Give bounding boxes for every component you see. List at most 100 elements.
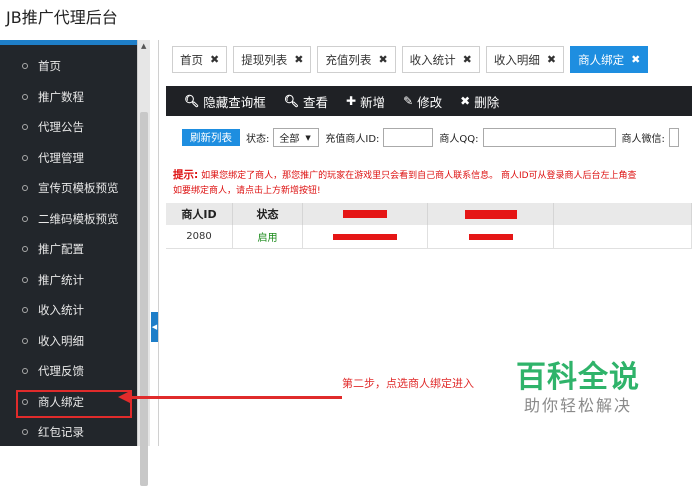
column-header-redacted[interactable]	[303, 203, 428, 225]
close-icon[interactable]: ✖	[294, 53, 303, 66]
sidebar-item-label: 推广统计	[38, 272, 84, 287]
arrow-left-icon	[118, 390, 132, 404]
sidebar-item-income-detail[interactable]: 收入明细	[0, 326, 137, 357]
annotation-arrow	[130, 396, 342, 399]
merchant-table: 商人ID 状态 2080 启用	[166, 203, 692, 249]
sidebar-item-qrcode-template[interactable]: 二维码模板预览	[0, 204, 137, 235]
cell-merchant-id: 2080	[166, 225, 233, 249]
button-label: 修改	[417, 94, 443, 110]
circle-icon	[22, 307, 28, 314]
sidebar-menu: 首页 推广数程 代理公告 代理管理 宣传页模板预览 二维码模板预览 推广配置 推…	[0, 51, 137, 448]
merchant-id-input[interactable]	[383, 128, 434, 147]
sidebar-item-label: 收入统计	[38, 303, 84, 318]
sidebar-item-label: 红包记录	[38, 425, 84, 440]
tab-bar: 首页 ✖ 提现列表 ✖ 充值列表 ✖ 收入统计 ✖ 收入明细 ✖ 商人绑定 ✖	[172, 46, 649, 73]
edit-button[interactable]: ✎ 修改	[403, 92, 442, 111]
circle-icon	[22, 398, 28, 405]
sidebar-item-label: 收入明细	[38, 333, 84, 348]
search-icon: 🔍︎	[283, 94, 299, 108]
cell-status: 启用	[233, 225, 303, 249]
circle-icon	[22, 368, 28, 375]
sidebar-item-label: 代理管理	[38, 150, 84, 165]
sidebar-item-home[interactable]: 首页	[0, 51, 137, 82]
sidebar-item-label: 代理反馈	[38, 364, 84, 379]
add-button[interactable]: ✚ 新增	[346, 92, 385, 111]
column-header-empty	[554, 203, 692, 225]
search-icon: 🔍︎	[184, 94, 200, 108]
merchant-qq-label: 商人QQ:	[439, 134, 479, 145]
sidebar-item-label: 二维码模板预览	[38, 211, 119, 226]
sidebar-item-merchant-binding[interactable]: 商人绑定	[0, 387, 137, 417]
watermark-subtitle: 助你轻松解决	[524, 396, 633, 415]
tab-label: 提现列表	[241, 52, 288, 67]
column-header-redacted[interactable]	[428, 203, 554, 225]
close-icon[interactable]: ✖	[631, 53, 640, 66]
sidebar-item-label: 推广配置	[38, 242, 84, 257]
tab-income-detail[interactable]: 收入明细 ✖	[485, 46, 565, 73]
close-icon[interactable]: ✖	[210, 53, 219, 66]
tab-label: 充值列表	[325, 52, 372, 67]
redaction-mark	[468, 233, 513, 240]
tab-label: 收入统计	[409, 52, 456, 67]
scrollbar-thumb[interactable]	[140, 112, 148, 486]
redaction-mark	[464, 209, 517, 219]
button-label: 新增	[360, 94, 386, 110]
circle-icon	[22, 93, 28, 100]
sidebar-item-label: 首页	[38, 59, 61, 74]
status-select-value: 全部	[279, 134, 300, 145]
sidebar-item-label: 代理公告	[38, 120, 84, 135]
tab-home[interactable]: 首页 ✖	[172, 46, 228, 73]
tab-label: 首页	[180, 52, 203, 67]
tab-merchant-binding[interactable]: 商人绑定 ✖	[570, 46, 649, 73]
sidebar-item-promo-config[interactable]: 推广配置	[0, 234, 137, 265]
chevron-left-icon: ◀	[151, 323, 158, 331]
column-header-status[interactable]: 状态	[233, 203, 303, 225]
tab-recharge-list[interactable]: 充值列表 ✖	[317, 46, 396, 73]
scroll-up-icon[interactable]: ▲	[141, 42, 146, 50]
sidebar-item-promo-stats[interactable]: 推广统计	[0, 265, 137, 296]
filter-bar: 刷新列表 状态: 全部 ▼ 充值商人ID: 商人QQ: 商人微信:	[182, 128, 679, 147]
status-select[interactable]: 全部 ▼	[273, 128, 320, 147]
view-button[interactable]: 🔍︎ 查看	[284, 92, 328, 111]
sidebar-item-red-packet-records[interactable]: 红包记录	[0, 417, 137, 448]
sidebar-item-income-stats[interactable]: 收入统计	[0, 295, 137, 326]
merchant-id-label: 充值商人ID:	[325, 134, 380, 145]
circle-icon	[22, 124, 28, 131]
table-header: 商人ID 状态	[166, 203, 692, 225]
table-row[interactable]: 2080 启用	[166, 225, 692, 249]
tab-income-stats[interactable]: 收入统计 ✖	[401, 46, 480, 73]
refresh-list-button[interactable]: 刷新列表	[182, 129, 240, 146]
notice-line-2: 如要绑定商人，请点击上方新增按钮!	[173, 186, 321, 196]
circle-icon	[22, 185, 28, 192]
status-label: 状态:	[246, 134, 270, 145]
chevron-down-icon: ▼	[305, 133, 311, 142]
sidebar-scrollbar[interactable]: ▲	[137, 40, 150, 486]
hide-search-button[interactable]: 🔍︎ 隐藏查询框	[184, 92, 266, 111]
sidebar-collapse-handle[interactable]: ◀	[151, 312, 158, 342]
close-icon[interactable]: ✖	[463, 53, 472, 66]
step-annotation: 第二步，点选商人绑定进入	[342, 377, 474, 390]
button-label: 隐藏查询框	[203, 94, 266, 110]
content-divider	[158, 40, 159, 446]
close-icon[interactable]: ✖	[378, 53, 387, 66]
sidebar-item-promo-tutorial[interactable]: 推广数程	[0, 82, 137, 113]
sidebar-item-promo-page-template[interactable]: 宣传页模板预览	[0, 173, 137, 204]
sidebar-item-agent-notice[interactable]: 代理公告	[0, 112, 137, 143]
app-title: JB推广代理后台	[6, 8, 118, 27]
sidebar-item-agent-management[interactable]: 代理管理	[0, 143, 137, 174]
tab-withdraw-list[interactable]: 提现列表 ✖	[233, 46, 312, 73]
watermark-title: 百科全说	[516, 360, 640, 395]
circle-icon	[22, 246, 28, 253]
delete-button[interactable]: ✖ 删除	[460, 92, 499, 111]
merchant-wechat-input[interactable]	[668, 128, 679, 147]
merchant-qq-input[interactable]	[482, 128, 616, 147]
redaction-mark	[333, 233, 397, 240]
tab-label: 商人绑定	[578, 52, 625, 67]
column-header-merchant-id[interactable]: 商人ID	[166, 203, 233, 225]
notice-lead: 提示:	[173, 169, 199, 181]
cell-empty	[554, 225, 692, 249]
close-icon[interactable]: ✖	[547, 53, 556, 66]
sidebar-item-label: 宣传页模板预览	[38, 181, 119, 196]
sidebar-item-agent-feedback[interactable]: 代理反馈	[0, 356, 137, 387]
circle-icon	[22, 215, 28, 222]
